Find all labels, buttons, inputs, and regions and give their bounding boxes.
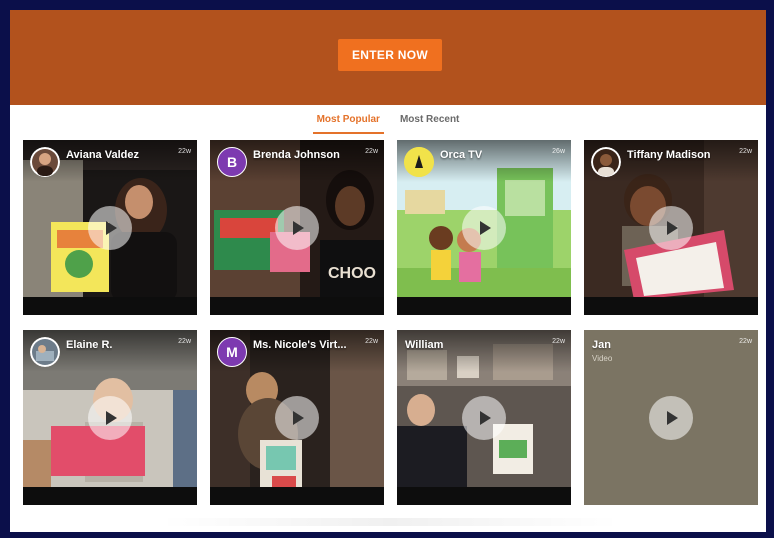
play-icon [480,221,491,235]
video-age: 22w [365,338,378,345]
video-grid: Aviana Valdez 22w CHOO B Brenda Johnson … [23,140,758,505]
creator-avatar: M [217,337,247,367]
svg-text:CHOO: CHOO [328,265,376,282]
creator-name: Orca TV [440,149,483,161]
card-header-shade [584,330,758,372]
play-icon [293,221,304,235]
card-header-shade [397,330,571,372]
play-button[interactable] [649,396,693,440]
video-age: 26w [552,148,565,155]
creator-name: Elaine R. [66,339,113,351]
play-icon [293,411,304,425]
creator-avatar: B [217,147,247,177]
video-card[interactable]: Aviana Valdez 22w [23,140,197,315]
avatar-letter: B [226,154,238,170]
page-frame: ENTER NOW Most Popular Most Recent Avian… [10,10,766,532]
play-button[interactable] [88,206,132,250]
video-age: 22w [739,338,752,345]
play-button[interactable] [462,206,506,250]
video-card[interactable]: William 22w [397,330,571,505]
video-age: 22w [178,338,191,345]
play-button[interactable] [649,206,693,250]
creator-name: Ms. Nicole's Virt... [253,339,347,351]
creator-name: Tiffany Madison [627,149,711,161]
creator-name: Jan [592,339,611,351]
play-icon [667,411,678,425]
creator-avatar [30,337,60,367]
video-subtitle: Video [592,354,613,363]
video-card[interactable]: Elaine R. 22w [23,330,197,505]
creator-avatar [404,147,434,177]
video-age: 22w [739,148,752,155]
footer-fade [160,518,620,526]
sort-tabs: Most Popular Most Recent [10,114,766,134]
play-button[interactable] [275,396,319,440]
play-icon [106,411,117,425]
avatar-letter: M [226,344,238,360]
enter-now-button[interactable]: ENTER NOW [338,39,442,71]
tab-most-recent[interactable]: Most Recent [396,114,463,134]
tab-most-popular[interactable]: Most Popular [312,114,384,134]
video-card[interactable]: CHOO B Brenda Johnson 22w [210,140,384,315]
video-age: 22w [365,148,378,155]
contest-banner: ENTER NOW [10,10,766,105]
video-age: 22w [552,338,565,345]
creator-avatar [591,147,621,177]
video-card[interactable]: Jan Video 22w [584,330,758,505]
creator-name: Brenda Johnson [253,149,340,161]
video-card[interactable]: Tiffany Madison 22w [584,140,758,315]
creator-avatar [30,147,60,177]
play-button[interactable] [462,396,506,440]
creator-name: Aviana Valdez [66,149,139,161]
play-icon [106,221,117,235]
creator-name: William [405,339,444,351]
video-card[interactable]: Orca TV 26w [397,140,571,315]
play-button[interactable] [275,206,319,250]
orca-logo-icon [404,147,434,177]
play-button[interactable] [88,396,132,440]
play-icon [480,411,491,425]
video-card[interactable]: M Ms. Nicole's Virt... 22w [210,330,384,505]
play-icon [667,221,678,235]
video-age: 22w [178,148,191,155]
